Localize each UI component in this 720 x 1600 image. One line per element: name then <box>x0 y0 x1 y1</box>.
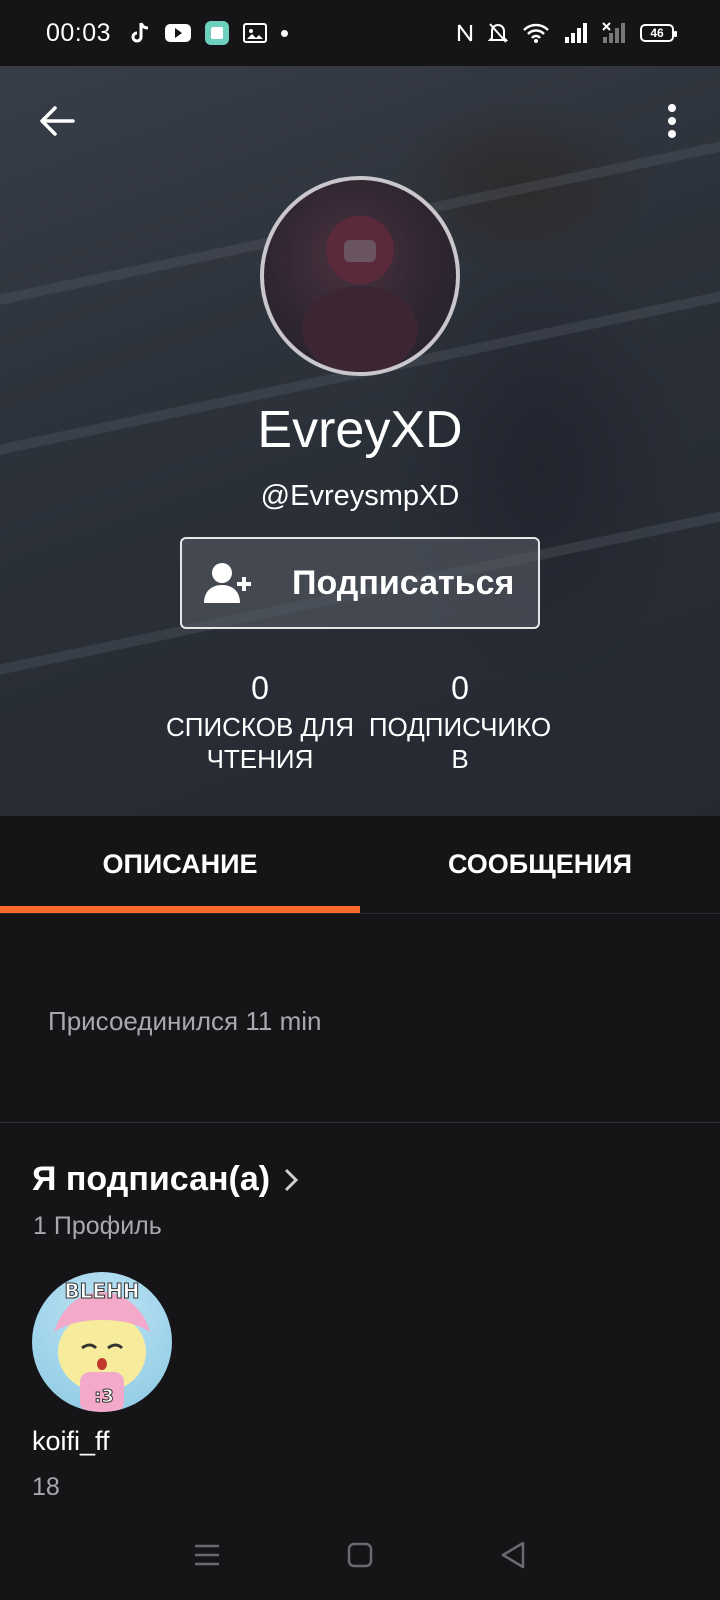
square-icon <box>347 1542 373 1568</box>
follow-button[interactable]: Подписаться <box>180 537 540 629</box>
stat-label: СПИСКОВ ДЛЯ ЧТЕНИЯ <box>165 712 355 774</box>
system-nav-bar <box>0 1510 720 1600</box>
bell-off-icon <box>488 22 508 44</box>
avatar-text-bottom: :3 <box>94 1386 114 1407</box>
notification-icons <box>129 21 289 45</box>
following-count: 1 Профиль <box>33 1212 162 1240</box>
profile-screen: 00:03 46 EvreyXD @EvreysmpXD Подписаться… <box>0 0 720 1600</box>
following-title: Я подписан(а) <box>32 1160 271 1198</box>
tab-about[interactable]: ОПИСАНИЕ <box>0 816 360 913</box>
display-name: EvreyXD <box>257 401 463 459</box>
section-divider <box>0 1122 720 1123</box>
profile-header: EvreyXD @EvreysmpXD Подписаться 0 СПИСКО… <box>0 66 720 816</box>
joined-text: Присоединился 11 min <box>48 1006 322 1036</box>
triangle-back-icon <box>502 1541 525 1569</box>
back-nav-button[interactable] <box>483 1525 543 1585</box>
signal-icon <box>564 22 588 44</box>
youtube-icon <box>165 23 192 43</box>
followed-user-number: 18 <box>32 1473 60 1501</box>
profile-tabs: ОПИСАНИЕ СООБЩЕНИЯ <box>0 816 720 914</box>
arrow-left-icon <box>40 106 75 136</box>
stat-followers[interactable]: 0 ПОДПИСЧИКО В <box>360 670 560 775</box>
back-button[interactable] <box>32 96 82 146</box>
home-nav-button[interactable] <box>330 1525 390 1585</box>
more-options-button[interactable] <box>652 96 692 146</box>
avatar-text-top: BLEHH <box>64 1279 139 1303</box>
more-vertical-icon <box>668 104 676 138</box>
follow-button-label: Подписаться <box>292 563 515 602</box>
followed-user[interactable]: BLEHH :3 koifi_ff 18 <box>32 1272 182 1502</box>
avatar-image <box>302 216 418 372</box>
wifi-icon <box>522 22 550 44</box>
followed-user-name: koifi_ff <box>32 1426 110 1456</box>
stat-value: 0 <box>251 670 269 706</box>
dot-icon <box>281 29 289 37</box>
following-header[interactable]: Я подписан(а) <box>32 1160 299 1199</box>
gallery-icon <box>243 23 268 43</box>
stat-value: 0 <box>451 670 469 706</box>
status-time: 00:03 <box>46 18 112 47</box>
stat-label: ПОДПИСЧИКО В <box>368 712 552 774</box>
username: @EvreysmpXD <box>260 480 460 512</box>
status-bar: 00:03 46 <box>0 0 720 66</box>
add-user-icon <box>204 561 264 605</box>
profile-avatar[interactable] <box>260 176 460 376</box>
battery-level: 46 <box>650 26 664 40</box>
followed-user-avatar: BLEHH :3 <box>32 1272 172 1412</box>
menu-nav-button[interactable] <box>177 1525 237 1585</box>
tab-messages[interactable]: СООБЩЕНИЯ <box>360 816 720 913</box>
signal-no-sim-icon <box>602 22 626 44</box>
nfc-icon <box>456 23 474 43</box>
menu-icon <box>194 1544 219 1566</box>
chevron-right-icon <box>284 1168 299 1192</box>
tiktok-icon <box>129 21 151 45</box>
stat-reading-lists[interactable]: 0 СПИСКОВ ДЛЯ ЧТЕНИЯ <box>160 670 360 775</box>
system-icons: 46 <box>456 22 677 44</box>
app-icon <box>205 21 230 45</box>
battery-icon: 46 <box>640 24 677 42</box>
